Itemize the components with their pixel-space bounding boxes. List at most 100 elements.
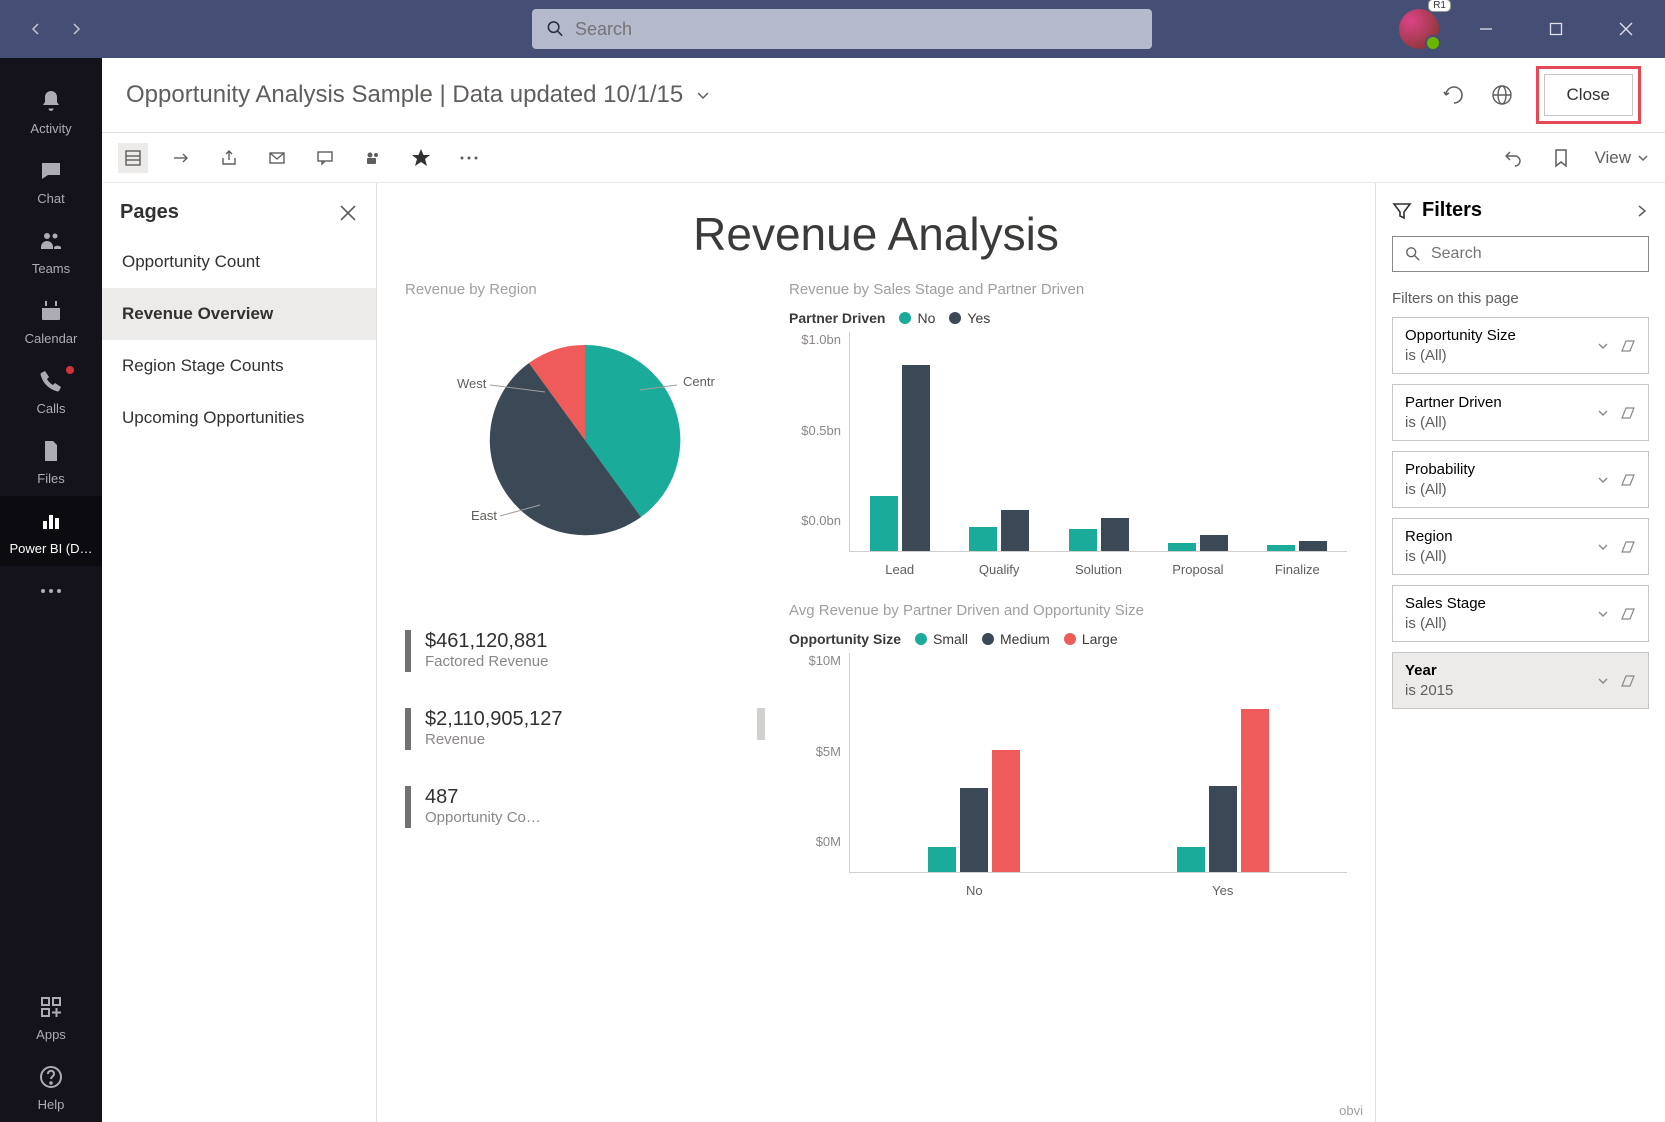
rail-label: Calendar [25, 331, 78, 346]
y-tick: $5M [789, 744, 841, 759]
chevron-down-icon [1596, 406, 1610, 420]
undo-button[interactable] [1498, 143, 1528, 173]
page-item[interactable]: Region Stage Counts [102, 340, 376, 392]
chevron-down-icon [1596, 674, 1610, 688]
eraser-icon [1620, 406, 1636, 420]
filter-icon [1392, 201, 1412, 221]
view-menu[interactable]: View [1594, 148, 1649, 168]
pages-title: Pages [120, 201, 179, 224]
filter-section-label: Filters on this page [1392, 290, 1649, 307]
rail-calendar[interactable]: Calendar [0, 286, 102, 356]
viz-title: Avg Revenue by Partner Driven and Opport… [789, 602, 1347, 619]
favorite-button[interactable] [406, 143, 436, 173]
page-item[interactable]: Revenue Overview [102, 288, 376, 340]
rail-chat[interactable]: Chat [0, 146, 102, 216]
report-header: Opportunity Analysis Sample | Data updat… [102, 58, 1665, 133]
filters-search-input[interactable] [1431, 245, 1636, 263]
legend-text: Yes [967, 310, 990, 326]
chart-icon [37, 507, 65, 535]
forward-button[interactable] [64, 17, 88, 41]
rail-teams[interactable]: Teams [0, 216, 102, 286]
kpi-indicator-icon [405, 630, 411, 672]
rail-apps[interactable]: Apps [0, 982, 102, 1052]
rail-activity[interactable]: Activity [0, 76, 102, 146]
filter-card[interactable]: Regionis (All) [1392, 518, 1649, 575]
legend-text: Small [933, 631, 968, 647]
back-button[interactable] [24, 17, 48, 41]
eraser-icon [1620, 674, 1636, 688]
y-tick: $1.0bn [789, 332, 841, 347]
rail-label: Apps [36, 1027, 66, 1042]
svg-text:West: West [457, 376, 487, 391]
file-icon [37, 437, 65, 465]
rail-label: Help [38, 1097, 65, 1112]
close-tab-button[interactable]: Close [1544, 74, 1633, 116]
legend-swatch-icon [915, 633, 927, 645]
rail-label: Activity [30, 121, 71, 136]
eraser-icon [1620, 339, 1636, 353]
legend-label: Partner Driven [789, 310, 885, 326]
rail-help[interactable]: Help [0, 1052, 102, 1122]
legend-text: No [917, 310, 935, 326]
filter-card[interactable]: Sales Stageis (All) [1392, 585, 1649, 642]
kpi-label: Revenue [425, 731, 743, 748]
page-item[interactable]: Upcoming Opportunities [102, 392, 376, 444]
bar-chart-stage[interactable]: Revenue by Sales Stage and Partner Drive… [789, 281, 1347, 552]
comment-button[interactable] [310, 143, 340, 173]
toggle-pane-button[interactable] [118, 143, 148, 173]
expand-filters-button[interactable] [1635, 204, 1649, 218]
page-item[interactable]: Opportunity Count [102, 236, 376, 288]
svg-text:East: East [471, 508, 497, 523]
rail-calls[interactable]: Calls [0, 356, 102, 426]
minimize-button[interactable] [1463, 6, 1509, 52]
kpi-value: $2,110,905,127 [425, 708, 743, 731]
export-button[interactable] [166, 143, 196, 173]
y-tick: $0.0bn [789, 513, 841, 528]
bar-chart-avg[interactable]: Avg Revenue by Partner Driven and Opport… [789, 602, 1347, 873]
globe-button[interactable] [1488, 81, 1516, 109]
chevron-down-icon [1596, 339, 1610, 353]
notification-dot-icon [66, 366, 74, 374]
filter-card[interactable]: Opportunity Sizeis (All) [1392, 317, 1649, 374]
maximize-button[interactable] [1533, 6, 1579, 52]
filter-card[interactable]: Probabilityis (All) [1392, 451, 1649, 508]
eraser-icon [1620, 540, 1636, 554]
global-search[interactable] [532, 9, 1152, 49]
filter-card[interactable]: Partner Drivenis (All) [1392, 384, 1649, 441]
y-tick: $0.5bn [789, 423, 841, 438]
search-input[interactable] [575, 19, 1138, 40]
kpi-card: $461,120,881Factored Revenue [405, 630, 765, 672]
refresh-button[interactable] [1440, 81, 1468, 109]
phone-icon [37, 367, 65, 395]
teams-share-button[interactable] [358, 143, 388, 173]
filter-card[interactable]: Yearis 2015 [1392, 652, 1649, 709]
y-tick: $0M [789, 834, 841, 849]
more-options-button[interactable] [454, 143, 484, 173]
pie-chart[interactable]: Central West East [405, 310, 765, 570]
legend-swatch-icon [899, 312, 911, 324]
bookmark-button[interactable] [1546, 143, 1576, 173]
watermark: obvi [1339, 1103, 1363, 1118]
rail-files[interactable]: Files [0, 426, 102, 496]
rail-label: Calls [37, 401, 66, 416]
teams-icon [37, 227, 65, 255]
kpi-indicator-icon [405, 708, 411, 750]
eraser-icon [1620, 473, 1636, 487]
close-pages-button[interactable] [338, 203, 358, 223]
app-rail: Activity Chat Teams Calendar Calls Files… [0, 58, 102, 1122]
subscribe-button[interactable] [262, 143, 292, 173]
y-tick: $10M [789, 653, 841, 668]
dashboard-title: Revenue Analysis [405, 207, 1347, 261]
report-toolbar: View [102, 133, 1665, 183]
bell-icon [37, 87, 65, 115]
kpi-label: Opportunity Co… [425, 809, 541, 826]
filters-panel: Filters Filters on this page Opportunity… [1375, 183, 1665, 1122]
close-window-button[interactable] [1603, 6, 1649, 52]
user-avatar[interactable]: R1 [1399, 9, 1439, 49]
filters-search[interactable] [1392, 236, 1649, 272]
rail-powerbi[interactable]: Power BI (D… [0, 496, 102, 566]
share-button[interactable] [214, 143, 244, 173]
chevron-down-icon[interactable] [695, 87, 711, 103]
report-title-text: Opportunity Analysis Sample | Data updat… [126, 81, 683, 109]
rail-more[interactable] [0, 566, 102, 616]
